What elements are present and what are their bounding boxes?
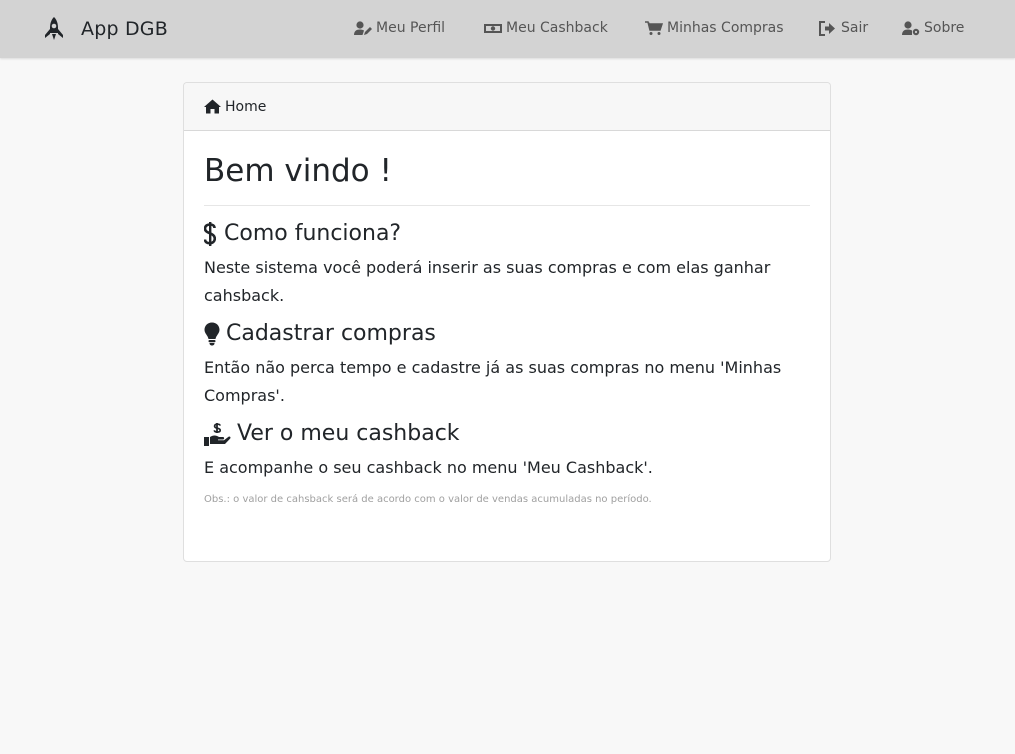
money-bill-icon bbox=[484, 23, 502, 33]
section-title-como-funciona: Como funciona? bbox=[204, 220, 810, 248]
top-navbar: App DGB Meu Perfil Meu Cashback Minhas C… bbox=[0, 0, 1015, 58]
nav-links: Meu Perfil Meu Cashback Minhas Compras S… bbox=[0, 20, 1015, 40]
nav-sobre-label: Sobre bbox=[924, 20, 965, 36]
section-title-cadastrar-compras-text: Cadastrar compras bbox=[226, 321, 436, 346]
section-title-ver-cashback: Ver o meu cashback bbox=[204, 420, 810, 448]
nav-minhas-compras[interactable]: Minhas Compras bbox=[645, 20, 784, 36]
user-cog-icon bbox=[902, 20, 920, 35]
shopping-cart-icon bbox=[645, 20, 663, 35]
breadcrumb: Home bbox=[184, 83, 830, 131]
section-text-cadastrar-compras: Então não perca tempo e cadastre já as s… bbox=[204, 358, 782, 405]
sign-out-icon bbox=[819, 20, 835, 36]
card-body: Bem vindo ! Como funciona? Neste sistema… bbox=[184, 131, 830, 525]
section-title-cadastrar-compras: Cadastrar compras bbox=[204, 320, 810, 348]
nav-sobre[interactable]: Sobre bbox=[902, 20, 964, 36]
section-text-ver-cashback: E acompanhe o seu cashback no menu 'Meu … bbox=[204, 458, 653, 477]
nav-meu-cashback-label: Meu Cashback bbox=[506, 20, 608, 36]
page-title: Bem vindo ! bbox=[204, 153, 392, 189]
section-text-como-funciona: Neste sistema você poderá inserir as sua… bbox=[204, 258, 771, 305]
nav-minhas-compras-label: Minhas Compras bbox=[667, 20, 784, 36]
footnote: Obs.: o valor de cahsback será de acordo… bbox=[204, 494, 652, 505]
section-title-como-funciona-text: Como funciona? bbox=[224, 221, 402, 246]
nav-meu-perfil[interactable]: Meu Perfil bbox=[354, 20, 445, 36]
breadcrumb-home[interactable]: Home bbox=[225, 99, 266, 115]
home-icon bbox=[204, 99, 221, 114]
nav-meu-cashback[interactable]: Meu Cashback bbox=[484, 20, 608, 36]
title-divider bbox=[204, 205, 810, 206]
lightbulb-icon bbox=[204, 322, 220, 346]
nav-sair[interactable]: Sair bbox=[819, 20, 868, 36]
nav-sair-label: Sair bbox=[841, 20, 869, 36]
user-edit-icon bbox=[354, 20, 372, 35]
nav-meu-perfil-label: Meu Perfil bbox=[376, 20, 446, 36]
dollar-icon bbox=[204, 222, 216, 246]
welcome-card: Home Bem vindo ! Como funciona? Neste si… bbox=[183, 82, 831, 562]
section-title-ver-cashback-text: Ver o meu cashback bbox=[237, 421, 460, 446]
hand-holding-usd-icon bbox=[204, 423, 231, 446]
